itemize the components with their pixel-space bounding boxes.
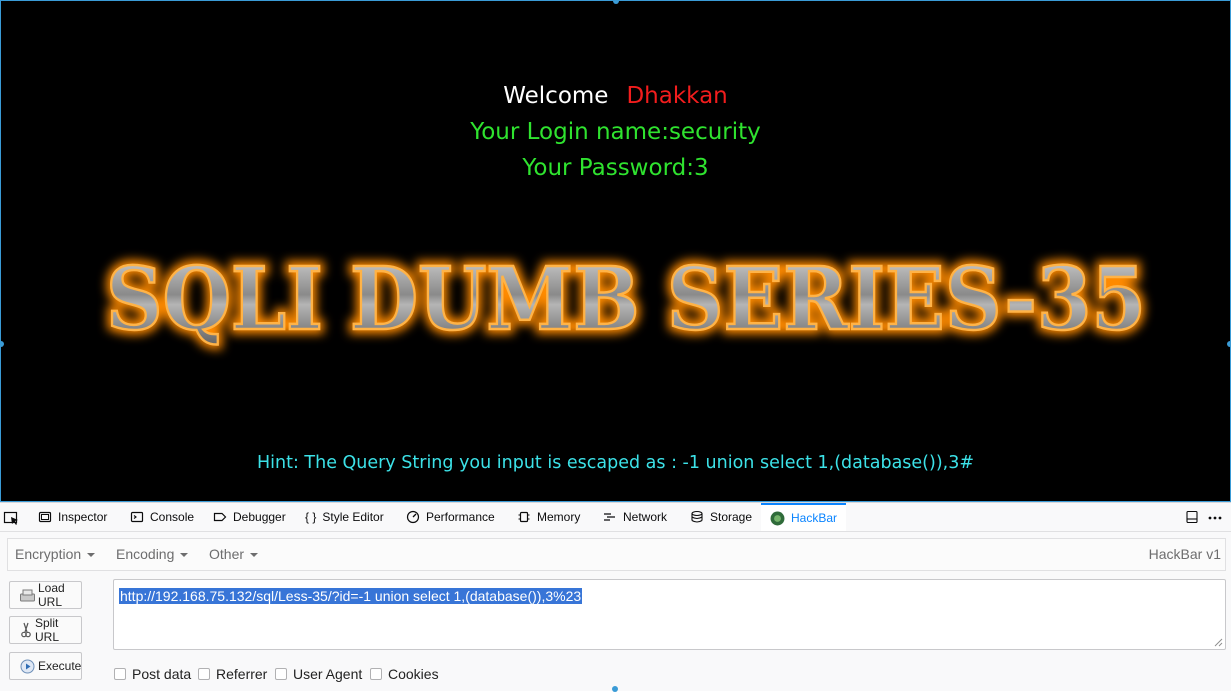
other-menu[interactable]: Other	[209, 546, 259, 562]
tab-storage[interactable]: Storage	[690, 503, 752, 531]
post-data-checkbox[interactable]: Post data	[114, 666, 191, 682]
tab-console[interactable]: Console	[130, 503, 194, 531]
welcome-line: Welcome Dhakkan	[1, 81, 1230, 111]
cookies-checkbox[interactable]: Cookies	[370, 666, 439, 682]
element-picker-icon[interactable]	[3, 510, 19, 526]
tab-network[interactable]: Network	[603, 503, 667, 531]
button-label: Load URL	[38, 581, 65, 609]
user-agent-checkbox[interactable]: User Agent	[275, 666, 362, 682]
storage-icon	[691, 510, 703, 523]
tab-style-editor[interactable]: { } Style Editor	[305, 503, 384, 531]
more-options-icon[interactable]	[1208, 516, 1222, 520]
checkbox-label: Cookies	[388, 666, 439, 682]
button-label: Split URL	[35, 616, 60, 644]
encoding-menu[interactable]: Encoding	[116, 546, 189, 562]
username: Dhakkan	[626, 83, 728, 109]
chevron-down-icon	[87, 553, 96, 558]
checkbox-label: Referrer	[216, 666, 268, 682]
devtools-tabbar: Inspector Console Debugger { } Style Edi…	[0, 503, 1231, 532]
page-viewport: Welcome Dhakkan Your Login name:security …	[0, 0, 1231, 502]
tab-label: Console	[150, 510, 195, 524]
checkbox-box[interactable]	[114, 668, 126, 680]
menu-label: Other	[209, 546, 245, 562]
tab-label: Memory	[537, 510, 581, 524]
memory-icon	[518, 511, 530, 523]
password-line: Your Password:3	[522, 155, 709, 181]
welcome-label: Welcome	[503, 83, 609, 109]
play-icon	[20, 659, 35, 673]
network-icon	[604, 513, 615, 521]
chevron-down-icon	[250, 553, 259, 558]
load-url-icon	[20, 589, 35, 601]
selection-handle-bottom[interactable]	[612, 686, 618, 692]
hackbar-toolbar: Encryption Encoding Other HackBar v1	[7, 538, 1226, 571]
tab-label: HackBar	[791, 511, 838, 525]
banner-text: SQLI DUMB SERIES-35	[106, 249, 1146, 350]
tab-memory[interactable]: Memory	[517, 503, 580, 531]
performance-icon	[406, 510, 420, 524]
tab-hackbar[interactable]: HackBar	[761, 503, 847, 531]
scissors-icon	[21, 622, 31, 638]
devtools-panel: Inspector Console Debugger { } Style Edi…	[0, 502, 1231, 692]
hackbar-icon	[770, 511, 785, 525]
tab-label: Performance	[426, 510, 495, 524]
checkbox-box[interactable]	[198, 668, 210, 680]
url-textarea[interactable]: http://192.168.75.132/sql/Less-35/?id=-1…	[113, 579, 1226, 650]
hackbar-version: HackBar v1	[1148, 546, 1221, 562]
url-text: http://192.168.75.132/sql/Less-35/?id=-1…	[119, 588, 583, 604]
tab-label: Debugger	[233, 510, 286, 524]
tab-label: Storage	[710, 510, 753, 524]
hint-text: Hint: The Query String you input is esca…	[256, 453, 975, 473]
execute-button[interactable]: Execute	[9, 652, 82, 680]
tab-inspector[interactable]: Inspector	[38, 503, 107, 531]
selection-handle-right[interactable]	[1227, 341, 1231, 347]
referrer-checkbox[interactable]: Referrer	[198, 666, 267, 682]
console-icon	[130, 511, 144, 523]
chevron-down-icon	[180, 553, 189, 558]
login-name-line: Your Login name:security	[470, 119, 761, 145]
selection-handle-left[interactable]	[0, 341, 4, 347]
resize-grip-icon[interactable]	[1214, 638, 1223, 647]
button-label: Execute	[38, 659, 82, 673]
split-url-button[interactable]: Split URL	[9, 616, 82, 644]
tab-debugger[interactable]: Debugger	[213, 503, 286, 531]
tab-label: Inspector	[58, 510, 108, 524]
checkbox-box[interactable]	[275, 668, 287, 680]
load-url-button[interactable]: Load URL	[9, 581, 82, 609]
inspector-icon	[38, 511, 52, 523]
encryption-menu[interactable]: Encryption	[15, 546, 96, 562]
braces-icon: { }	[305, 510, 317, 524]
menu-label: Encryption	[15, 546, 82, 562]
checkbox-label: User Agent	[293, 666, 363, 682]
sqli-banner: SQLI DUMB SERIES-35 SQLI DUMB SERIES-35	[101, 244, 1151, 355]
checkbox-box[interactable]	[370, 668, 382, 680]
tab-performance[interactable]: Performance	[406, 503, 495, 531]
tab-label: Network	[623, 510, 668, 524]
selection-handle-top[interactable]	[613, 0, 619, 4]
dock-side-icon[interactable]	[1186, 510, 1198, 524]
checkbox-label: Post data	[132, 666, 192, 682]
debugger-icon	[213, 512, 227, 522]
menu-label: Encoding	[116, 546, 175, 562]
tab-label: Style Editor	[322, 510, 384, 524]
